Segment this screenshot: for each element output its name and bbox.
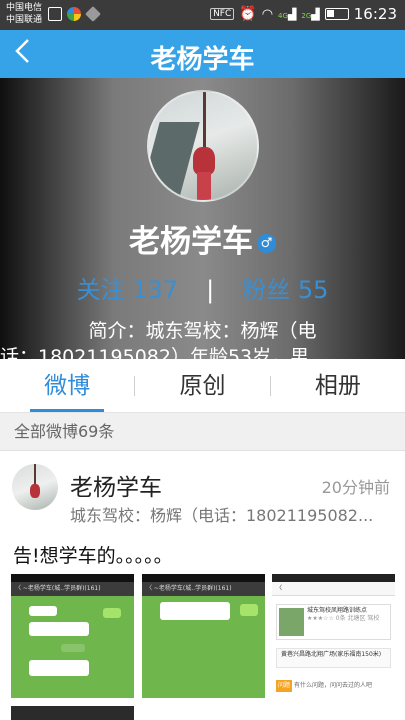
profile-stats: 关注 137 | 粉丝 55 [0,270,405,305]
place-address: 黄巷兴昌路北翔广场(家乐福南150米) [276,648,391,668]
app-notification-icon [67,7,81,21]
image-page-body: 城东驾校凤翔路训练点 ★★★☆☆ 0条 北塘区 驾校 黄巷兴昌路北翔广场(家乐福… [272,596,395,698]
posts-count-header: 全部微博69条 [0,413,405,451]
gallery-notification-icon [48,7,62,21]
followers-count: 55 [297,276,329,304]
image-chat-header: 〈 ~老杨学车(城..学员群)(161) [142,582,265,596]
question-tag: 问题 [276,680,293,692]
place-title: 城东驾校凤翔路训练点 [307,607,368,614]
profile-tabs: 微博 原创 相册 [0,359,405,413]
post-text[interactable]: 告!想学车的。。。。。 [13,541,173,568]
avatar-cord [203,92,206,152]
signal-icon-2: 2G▟ [301,7,320,21]
post-image-3[interactable]: 〈 城东驾校凤翔路训练点 ★★★☆☆ 0条 北塘区 驾校 黄巷兴昌路北翔广场(家… [272,574,395,698]
chat-bubble [240,604,258,616]
carrier-2: 中国联通 [6,15,43,25]
profile-avatar[interactable] [147,90,259,202]
profile-bio-line-2: 话：18021195082）年龄53岁，男 [0,346,310,359]
image-chat-body [11,596,134,698]
image-status-bar [272,574,395,582]
chat-bubble [29,660,89,676]
post-image-grid: 〈 ~老杨学车(城..学员群)(161) 〈 ~老杨学车(城..学员群)(161… [11,574,395,698]
avatar-cord [34,464,36,486]
followers-label: 粉丝 [242,276,291,304]
chat-bubble [29,606,57,616]
title-bar: 老杨学车 [0,30,405,78]
alarm-icon: ⏰ [239,6,257,22]
notification-icons [48,6,101,22]
post-image-1[interactable]: 〈 ~老杨学车(城..学员群)(161) [11,574,134,698]
carrier-1: 中国电信 [6,3,43,13]
avatar-knot [193,147,215,175]
image-chat-header: 〈 ~老杨学车(城..学员群)(161) [11,582,134,596]
following-stat[interactable]: 关注 137 [77,276,178,304]
avatar-tassel [197,172,211,200]
image-chat-body [142,596,265,698]
profile-header: 老杨学车 ♂ 关注 137 | 粉丝 55 简介：城东驾校：杨辉（电 话：180211… [0,78,405,359]
post-image-4[interactable] [11,706,134,720]
battery-icon [324,8,349,20]
profile-name-row: 老杨学车 ♂ [0,216,405,261]
profile-bio-line-1: 简介：城东驾校：杨辉（电 [88,320,317,342]
chat-timestamp [61,644,85,652]
following-label: 关注 [76,276,125,304]
chat-bubble [29,622,89,636]
image-status-bar [11,574,134,582]
tab-album[interactable]: 相册 [271,359,405,412]
place-photo [279,608,304,636]
net-label-2: 2G [301,11,312,20]
system-status: NFC ⏰ ◠ 4G▟ 2G▟ 16:23 [210,5,397,23]
avatar-knot [30,484,40,498]
avatar-background [149,122,200,200]
chat-bubble [160,602,230,620]
post-author-subtitle: 城东驾校：杨辉（电话：18021195082... [70,506,374,525]
post-image-2[interactable]: 〈 ~老杨学车(城..学员群)(161) [142,574,265,698]
post-author-avatar[interactable] [12,464,58,510]
place-subtitle: ★★★☆☆ 0条 北塘区 驾校 [307,615,380,622]
page-title: 老杨学车 [150,45,255,75]
signal-icon-1: 4G▟ [278,7,297,21]
tab-original[interactable]: 原创 [135,359,269,412]
question-text: 有什么问题，问问去过的人吧 [294,682,373,689]
settings-notification-icon [85,6,101,22]
clock: 16:23 [353,5,397,23]
chat-bubble [103,608,121,618]
post-author-name[interactable]: 老杨学车 [70,468,162,502]
place-footer: 问题 有什么问题，问问去过的人吧 [276,680,391,692]
following-count: 137 [132,276,179,304]
wifi-icon: ◠ [261,6,274,22]
profile-name: 老杨学车 [129,224,253,260]
status-bar: 中国电信 中国联通 NFC ⏰ ◠ 4G▟ 2G▟ 16:23 [0,0,405,30]
image-place-card: 城东驾校凤翔路训练点 ★★★☆☆ 0条 北塘区 驾校 [276,604,391,640]
post-timestamp: 20分钟前 [321,478,390,497]
tab-weibo[interactable]: 微博 [0,359,134,412]
nfc-icon: NFC [210,8,235,20]
followers-stat[interactable]: 粉丝 55 [242,276,328,304]
male-gender-icon: ♂ [257,234,276,253]
image-status-bar [142,574,265,582]
image-page-header: 〈 [272,582,395,596]
net-label-1: 4G [278,11,288,20]
stats-separator: | [206,276,215,304]
carrier-names: 中国电信 中国联通 [6,2,42,26]
